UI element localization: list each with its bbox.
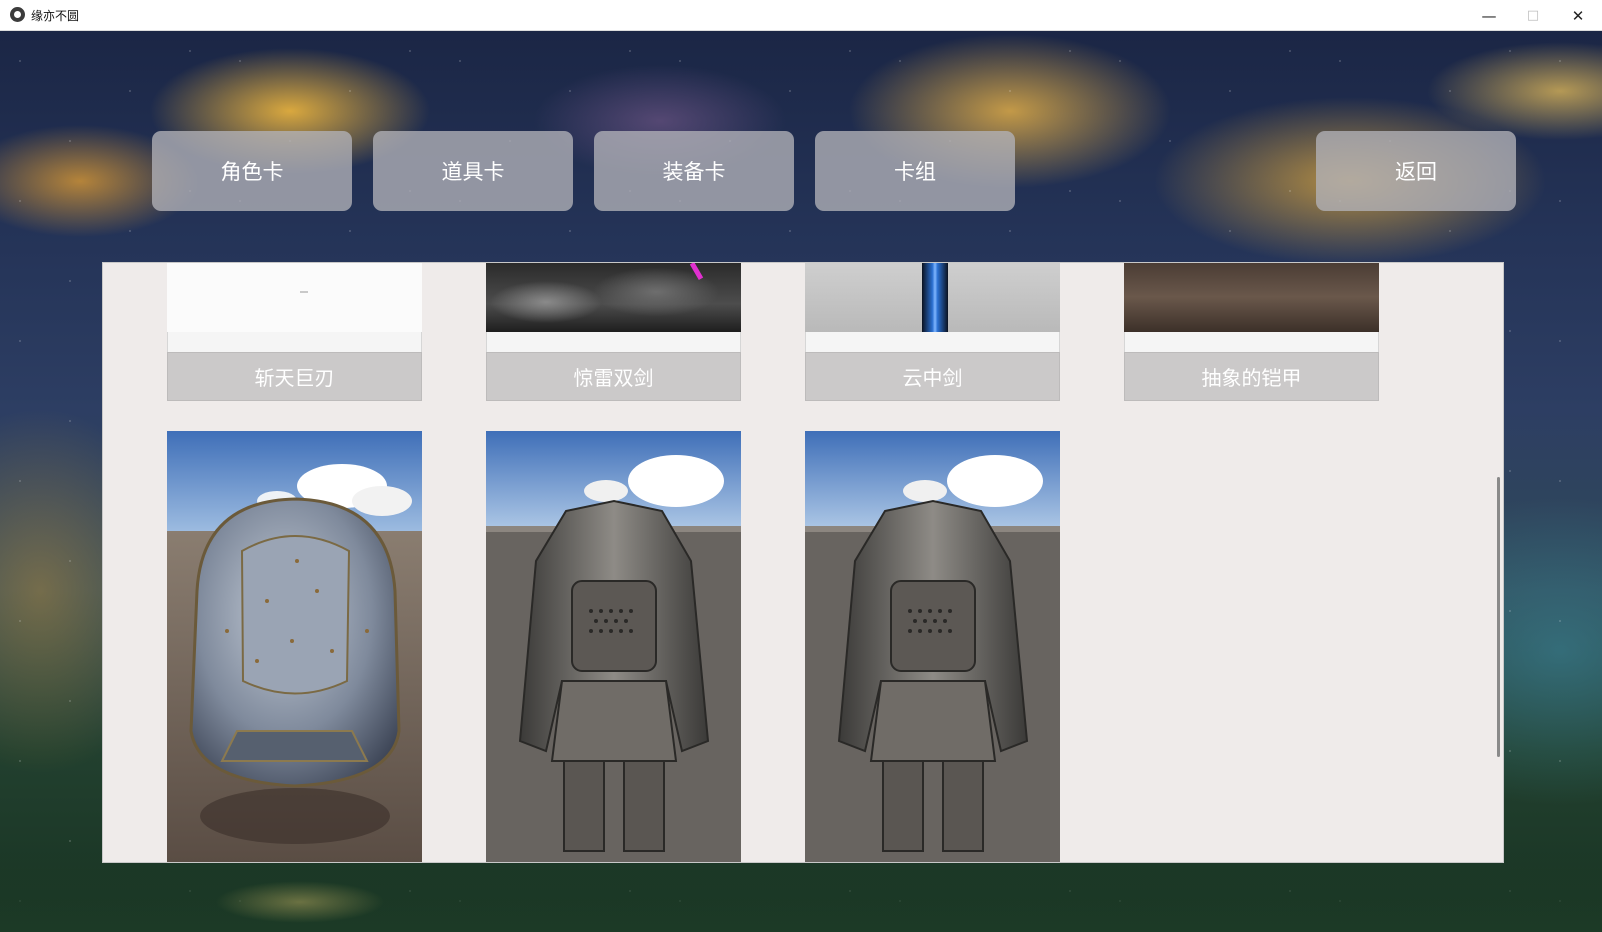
card-image-abstract-armor[interactable] — [1124, 263, 1379, 332]
title-bar: 缘亦不圆 — □ ✕ — [0, 0, 1602, 31]
maximize-button[interactable]: □ — [1510, 0, 1556, 31]
nav-button-deck[interactable]: 卡组 — [815, 131, 1015, 211]
card-name-label[interactable]: 惊雷双剑 — [486, 352, 741, 401]
card-image-knight-armor[interactable] — [486, 431, 741, 862]
card-image-round-armor[interactable] — [167, 431, 422, 862]
card-name-label[interactable]: 抽象的铠甲 — [1124, 352, 1379, 401]
card-name-label[interactable]: 云中剑 — [805, 352, 1060, 401]
card-image-knight-armor[interactable] — [805, 431, 1060, 862]
card-image-thunder-swords[interactable] — [486, 263, 741, 332]
card-image-cloud-sword[interactable] — [805, 263, 1060, 332]
nav-button-item-cards[interactable]: 道具卡 — [373, 131, 573, 211]
scrollbar[interactable] — [1494, 263, 1503, 862]
window-title: 缘亦不圆 — [31, 9, 80, 23]
nav-button-character-cards[interactable]: 角色卡 — [152, 131, 352, 211]
scrollbar-thumb[interactable] — [1497, 477, 1500, 757]
nav-button-equipment-cards[interactable]: 装备卡 — [594, 131, 794, 211]
card-grid-panel[interactable]: 斩天巨刃 惊雷双剑 云中剑 抽象的铠甲 — [102, 262, 1504, 863]
back-button[interactable]: 返回 — [1316, 131, 1516, 211]
card-name-label[interactable]: 斩天巨刃 — [167, 352, 422, 401]
card-image-blade[interactable] — [167, 263, 422, 332]
minimize-button[interactable]: — — [1466, 0, 1512, 31]
app-icon — [10, 7, 25, 22]
close-button[interactable]: ✕ — [1555, 0, 1601, 31]
